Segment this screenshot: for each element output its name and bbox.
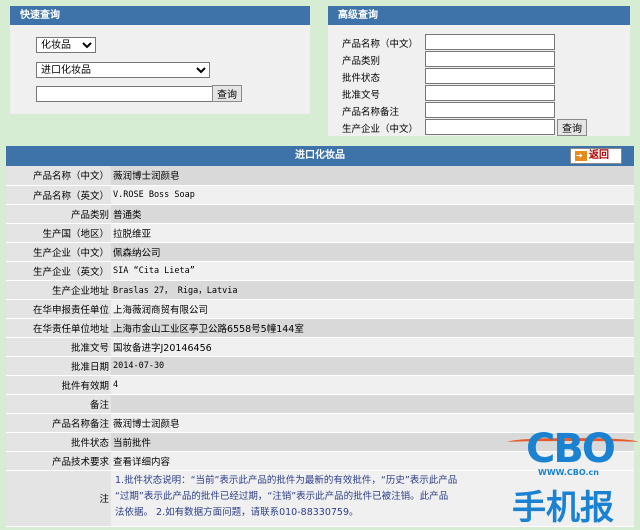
- quick-search-button[interactable]: 查询: [212, 85, 242, 102]
- detail-header: 进口化妆品 返回: [6, 146, 634, 166]
- table-row: 产品名称（英文） V.ROSE Boss Soap: [6, 185, 634, 205]
- quick-search-title: 快速查询: [10, 6, 310, 25]
- adv-label-category: 产品类别: [342, 56, 381, 67]
- adv-row-product-name: 产品名称（中文）: [342, 34, 632, 50]
- adv-row-status: 批件状态: [342, 68, 632, 84]
- table-row: 生产企业（中文） 佩森纳公司: [6, 242, 634, 262]
- adv-input-category[interactable]: [425, 51, 555, 67]
- back-arrow-icon: [575, 149, 587, 163]
- quick-search-panel: 快速查询 化妆品 进口化妆品 查询: [10, 6, 310, 114]
- row-key: 产品类别: [6, 204, 111, 224]
- table-row: 在华责任单位地址 上海市金山工业区亭卫公路6558号5幢144室: [6, 318, 634, 338]
- adv-label-name-remark: 产品名称备注: [342, 107, 400, 118]
- table-row: 批件有效期 4: [6, 375, 634, 395]
- cbo-watermark-logo: CBO WWW.CBO.cn 手机报: [508, 418, 638, 528]
- adv-input-manufacturer[interactable]: [425, 119, 555, 135]
- row-value: 上海市金山工业区亭卫公路6558号5幢144室: [111, 318, 634, 338]
- adv-label-status: 批件状态: [342, 73, 381, 84]
- row-key: 生产企业（中文）: [6, 242, 111, 262]
- back-button-label: 返回: [589, 150, 609, 161]
- adv-input-name-remark[interactable]: [425, 102, 555, 118]
- advanced-search-panel: 高级查询 产品名称（中文） 产品类别 批件状态 批准文号 产品名称备注 生产企业…: [328, 6, 630, 136]
- row-value: 4: [111, 375, 634, 395]
- logo-text: CBO: [526, 426, 616, 472]
- table-row: 在华申报责任单位 上海薇润商贸有限公司: [6, 299, 634, 319]
- row-key: 在华申报责任单位: [6, 299, 111, 319]
- table-row: 生产企业（英文） SIA “Cita Lieta”: [6, 261, 634, 281]
- advanced-search-button[interactable]: 查询: [557, 119, 587, 136]
- category-select[interactable]: 化妆品: [36, 37, 96, 53]
- row-key: 产品名称备注: [6, 413, 111, 433]
- table-row: 批准文号 国妆备进字J20146456: [6, 337, 634, 357]
- row-key: 批件有效期: [6, 375, 111, 395]
- adv-input-status[interactable]: [425, 68, 555, 84]
- table-row: 备注: [6, 394, 634, 414]
- logo-url: WWW.CBO.cn: [538, 468, 599, 477]
- logo-brand: 手机报: [512, 488, 614, 528]
- row-value: 拉脱维亚: [111, 223, 634, 243]
- adv-input-approval-no[interactable]: [425, 85, 555, 101]
- product-type-select[interactable]: 进口化妆品: [36, 62, 210, 78]
- row-key: 产品名称（中文）: [6, 166, 111, 186]
- table-row: 批准日期 2014-07-30: [6, 356, 634, 376]
- row-value: 佩森纳公司: [111, 242, 634, 262]
- quick-search-input[interactable]: [36, 86, 215, 102]
- adv-label-product-name: 产品名称（中文）: [342, 39, 419, 50]
- table-row: 生产企业地址 Braslas 27， Riga，Latvia: [6, 280, 634, 300]
- row-value: 国妆备进字J20146456: [111, 337, 634, 357]
- row-value: V.ROSE Boss Soap: [111, 185, 634, 205]
- adv-label-approval-no: 批准文号: [342, 90, 381, 101]
- adv-label-manufacturer: 生产企业（中文）: [342, 124, 419, 135]
- adv-row-manufacturer: 生产企业（中文）: [342, 119, 632, 135]
- row-key: 生产企业地址: [6, 280, 111, 300]
- row-key: 批准文号: [6, 337, 111, 357]
- adv-input-product-name[interactable]: [425, 34, 555, 50]
- row-key: 产品名称（英文）: [6, 185, 111, 205]
- row-key: 在华责任单位地址: [6, 318, 111, 338]
- adv-row-category: 产品类别: [342, 51, 632, 67]
- row-key: 批准日期: [6, 356, 111, 376]
- advanced-search-title: 高级查询: [328, 6, 630, 25]
- row-key: 备注: [6, 394, 111, 414]
- table-row: 生产国（地区） 拉脱维亚: [6, 223, 634, 243]
- back-button[interactable]: 返回: [570, 148, 622, 164]
- row-key: 生产国（地区）: [6, 223, 111, 243]
- adv-row-approval-no: 批准文号: [342, 85, 632, 101]
- row-key: 产品技术要求: [6, 451, 111, 471]
- detail-title: 进口化妆品: [295, 150, 345, 161]
- row-value: 普通类: [111, 204, 634, 224]
- row-key: 批件状态: [6, 432, 111, 452]
- row-value: 上海薇润商贸有限公司: [111, 299, 634, 319]
- row-key: 生产企业（英文）: [6, 261, 111, 281]
- note-key: 注: [6, 470, 111, 527]
- row-value: 薇润博士润颜皂: [111, 166, 634, 186]
- adv-row-name-remark: 产品名称备注: [342, 102, 632, 118]
- table-row: 产品类别 普通类: [6, 204, 634, 224]
- table-row: 产品名称（中文） 薇润博士润颜皂: [6, 166, 634, 186]
- row-value: 2014-07-30: [111, 356, 634, 376]
- row-value: Braslas 27， Riga，Latvia: [111, 280, 634, 300]
- row-value: [111, 394, 634, 414]
- row-value: SIA “Cita Lieta”: [111, 261, 634, 281]
